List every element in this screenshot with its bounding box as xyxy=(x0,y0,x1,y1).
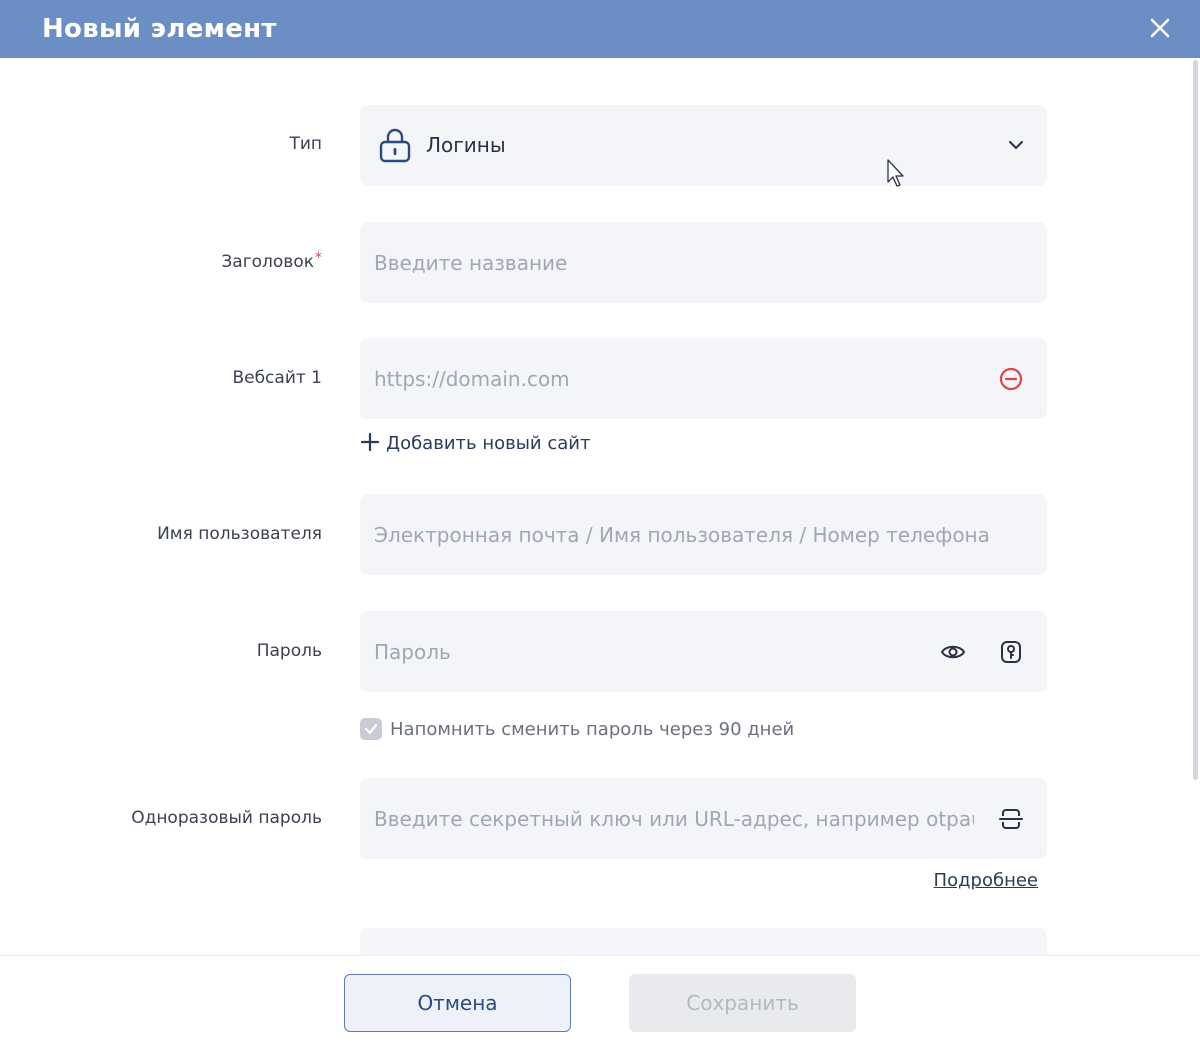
username-label: Имя пользователя xyxy=(157,524,322,544)
dialog-title: Новый элемент xyxy=(42,14,277,44)
otp-input[interactable] xyxy=(374,778,974,859)
eye-icon[interactable] xyxy=(939,638,967,666)
cancel-button[interactable]: Отмена xyxy=(344,974,571,1032)
required-mark: * xyxy=(315,250,322,266)
details-link[interactable]: Подробнее xyxy=(934,870,1038,891)
title-label: Заголовок* xyxy=(221,250,322,272)
otp-field[interactable] xyxy=(360,778,1047,859)
plus-icon xyxy=(360,432,380,454)
reminder-checkbox[interactable] xyxy=(360,718,382,740)
save-button[interactable]: Сохранить xyxy=(629,974,856,1032)
website-label: Вебсайт 1 xyxy=(232,368,322,388)
reminder-row: Напомнить сменить пароль через 90 дней xyxy=(360,718,794,740)
chevron-down-icon xyxy=(1007,137,1025,151)
username-input[interactable] xyxy=(374,494,1024,575)
form-content: Тип Логины Заголовок* Вебсайт 1 Добавить… xyxy=(0,58,1200,955)
title-input[interactable] xyxy=(374,222,1024,303)
close-icon[interactable] xyxy=(1144,12,1176,44)
dialog-titlebar: Новый элемент xyxy=(0,0,1200,58)
password-field[interactable] xyxy=(360,611,1047,692)
type-select-value: Логины xyxy=(426,133,506,157)
website-field[interactable] xyxy=(360,338,1047,419)
reminder-label: Напомнить сменить пароль через 90 дней xyxy=(390,718,795,740)
key-icon[interactable] xyxy=(997,638,1025,666)
lock-icon xyxy=(378,127,412,163)
mouse-cursor-icon xyxy=(886,158,906,188)
type-label: Тип xyxy=(289,134,322,154)
add-site-link[interactable]: Добавить новый сайт xyxy=(360,432,590,454)
next-field[interactable] xyxy=(360,928,1047,955)
type-select[interactable]: Логины xyxy=(360,105,1047,186)
otp-label: Одноразовый пароль xyxy=(131,808,322,828)
password-label: Пароль xyxy=(256,641,322,661)
remove-circle-icon[interactable] xyxy=(997,365,1025,393)
dialog-footer: Отмена Сохранить xyxy=(0,955,1200,1050)
website-input[interactable] xyxy=(374,338,964,419)
username-field[interactable] xyxy=(360,494,1047,575)
scan-icon[interactable] xyxy=(997,805,1025,833)
title-field[interactable] xyxy=(360,222,1047,303)
add-site-label: Добавить новый сайт xyxy=(386,432,591,454)
password-input[interactable] xyxy=(374,611,914,692)
